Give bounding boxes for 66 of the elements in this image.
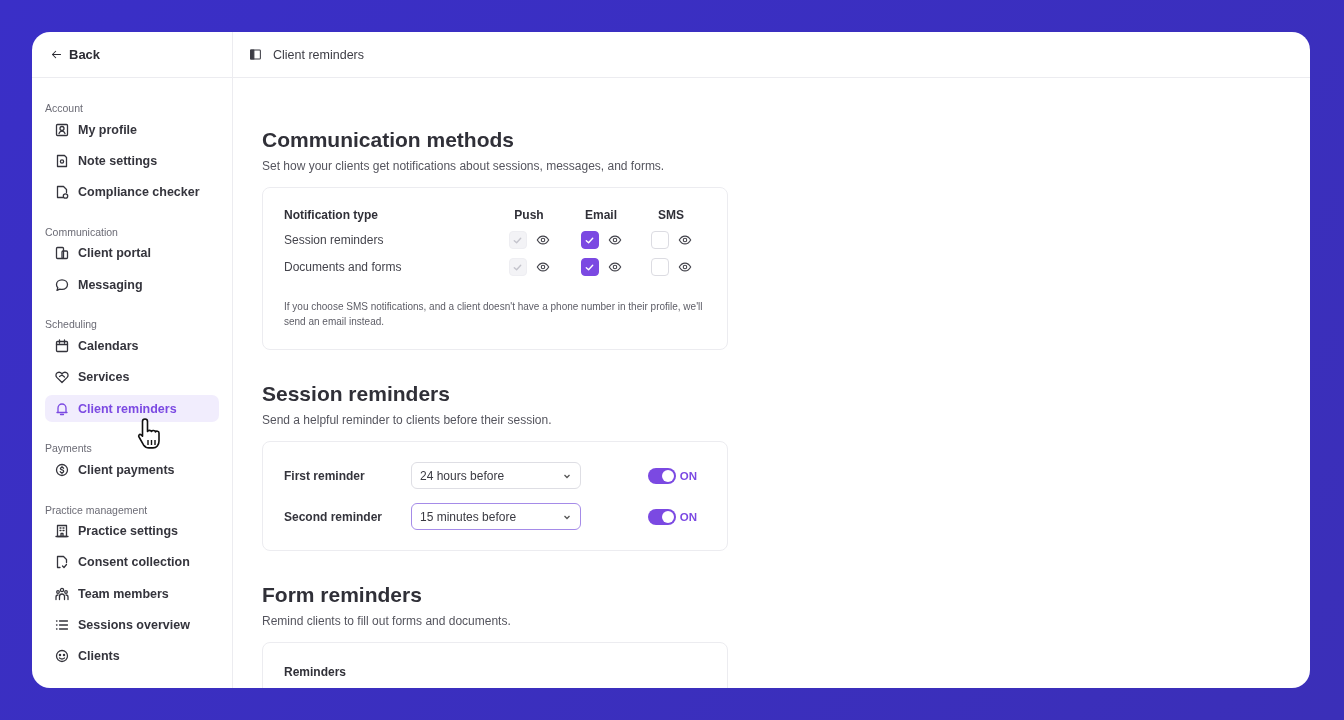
arrow-left-icon — [50, 48, 63, 61]
sidebar-item-icon — [54, 400, 70, 417]
sidebar-item[interactable]: Messaging — [45, 271, 219, 299]
sidebar-item[interactable]: Sessions overview — [45, 611, 219, 639]
sidebar-item-icon — [54, 523, 70, 540]
row-label: Session reminders — [284, 233, 385, 247]
section-label: Practice management — [45, 502, 149, 516]
section-title: Session reminders — [262, 381, 451, 407]
page-title: Client reminders — [273, 47, 364, 62]
section-description: Set how your clients get notifications about sessions, messages, and forms. — [262, 159, 666, 173]
toggle-switch[interactable] — [647, 508, 676, 525]
section-label: Communication — [45, 224, 119, 238]
row-label: Documents and forms — [284, 260, 403, 274]
sidebar-item-icon — [54, 245, 70, 262]
sidebar-item[interactable]: Practice settings — [45, 517, 219, 545]
sidebar-item[interactable]: Team members — [45, 580, 219, 608]
eye-icon[interactable] — [607, 233, 622, 247]
sidebar-item[interactable]: Client reminders — [45, 395, 219, 423]
sidebar-item-icon — [54, 554, 70, 571]
column-header: Push — [513, 208, 545, 222]
sidebar-item-icon — [54, 369, 70, 386]
column-header: SMS — [657, 208, 685, 222]
sidebar-item-icon — [54, 184, 70, 201]
sidebar-item[interactable]: Compliance checker — [45, 178, 219, 206]
sidebar-item[interactable]: Calendars — [45, 332, 219, 360]
reminder-select[interactable]: 15 minutes before — [411, 503, 581, 530]
section-description: Remind clients to fill out forms and documents. — [262, 614, 512, 628]
sidebar-item[interactable]: Clients — [45, 642, 219, 670]
sidebar-item-icon — [54, 152, 70, 169]
toggle-label: ON — [679, 469, 697, 482]
eye-icon[interactable] — [535, 233, 550, 247]
sidebar-item[interactable]: My profile — [45, 116, 219, 143]
eye-icon[interactable] — [607, 260, 622, 274]
sidebar-item-icon — [54, 648, 70, 665]
sidebar-item[interactable]: Client payments — [45, 456, 219, 484]
section-title: Form reminders — [262, 582, 423, 608]
reminder-label: First reminder — [284, 468, 366, 483]
checkbox[interactable] — [580, 231, 599, 249]
section-label: Account — [45, 101, 84, 114]
section-title: Communication methods — [262, 127, 515, 153]
column-header: Email — [584, 208, 618, 222]
reminder-label: Second reminder — [284, 509, 384, 524]
reminder-select[interactable]: 24 hours before — [411, 462, 581, 489]
toggle-label: ON — [679, 510, 697, 523]
column-header: Notification type — [284, 208, 379, 222]
info-note: If you choose SMS notifications, and a client doesn't have a phone number in their profile, we'll send an email instead. — [284, 300, 704, 329]
eye-icon[interactable] — [677, 260, 692, 274]
sidebar-item-icon — [54, 276, 70, 293]
sidebar-item-icon — [54, 338, 70, 354]
section-label: Payments — [45, 441, 93, 455]
sidebar-item[interactable]: Note settings — [45, 147, 219, 175]
sidebar-item-icon — [54, 121, 70, 138]
sidebar-item[interactable]: Services — [45, 363, 219, 391]
eye-icon[interactable] — [535, 260, 550, 274]
section-description: Send a helpful reminder to clients before their session. — [262, 413, 553, 427]
section-label: Scheduling — [45, 317, 98, 331]
eye-icon[interactable] — [677, 233, 692, 247]
back-button[interactable]: Back — [50, 45, 101, 64]
sidebar-item-icon — [54, 585, 70, 602]
sidebar-item[interactable]: Consent collection — [45, 548, 219, 576]
sidebar-item[interactable]: Client portal — [45, 239, 219, 267]
checkbox[interactable] — [580, 258, 599, 276]
sidebar-toggle-icon[interactable] — [249, 48, 262, 61]
toggle-switch[interactable] — [647, 467, 676, 484]
sidebar-item-icon — [54, 461, 70, 478]
card-heading: Reminders — [284, 665, 348, 679]
